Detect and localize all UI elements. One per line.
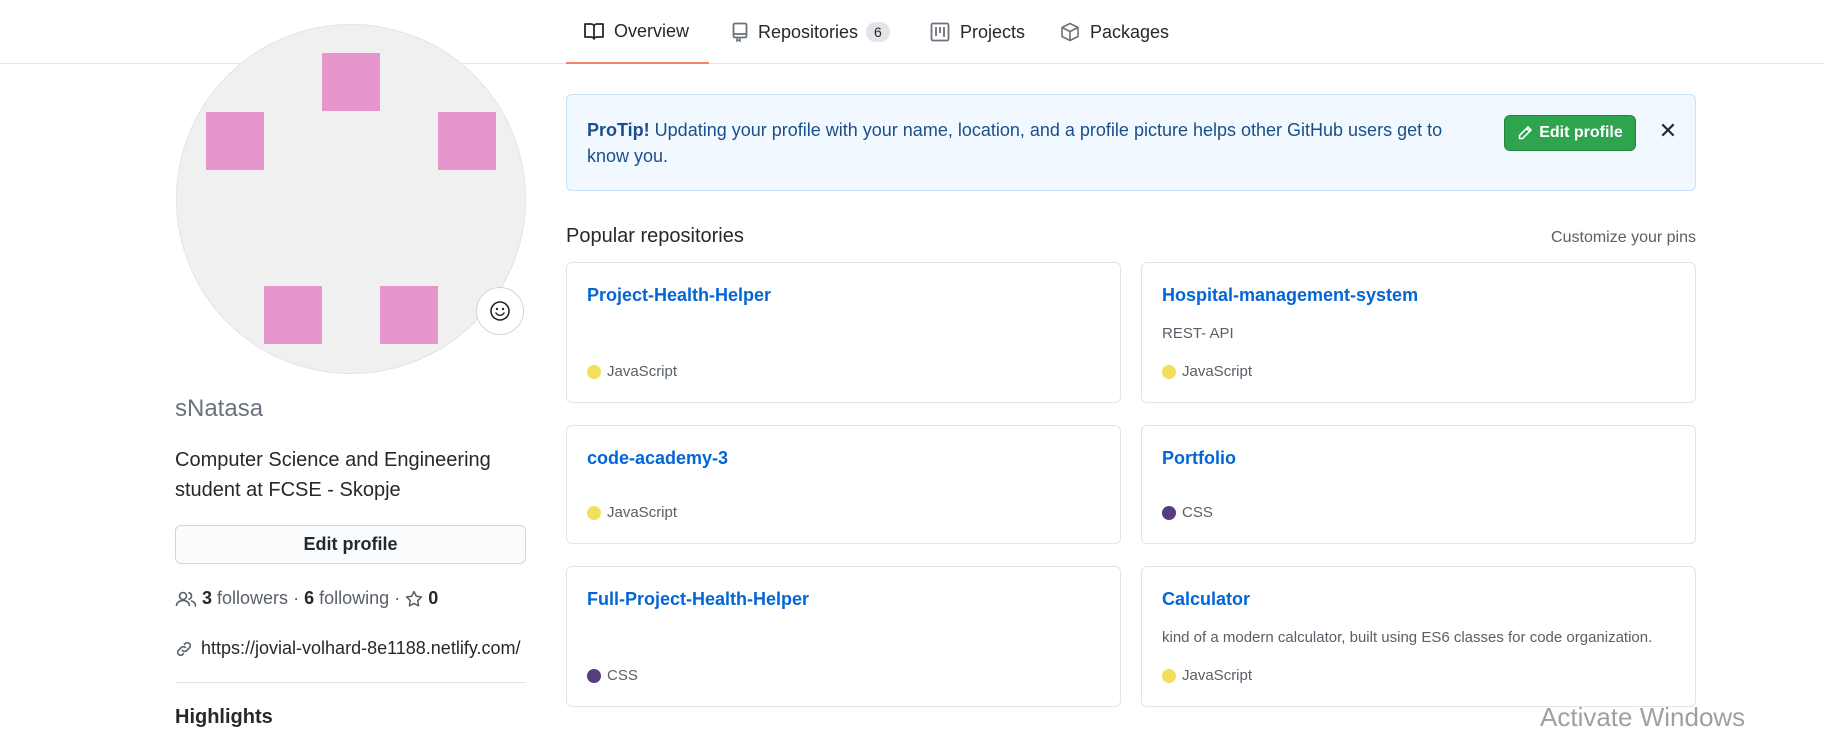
repo-language-label: CSS [607,667,638,684]
repo-description: kind of a modern calculator, built using… [1162,629,1653,646]
repo-card[interactable]: Portfolio CSS [1141,425,1696,544]
language-color-dot [1162,505,1176,520]
language-color-dot [587,364,601,379]
tab-repositories[interactable]: Repositories 6 [732,0,890,64]
repositories-count-badge: 6 [866,22,890,42]
repo-name-link[interactable]: Calculator [1162,589,1250,610]
repo-language: JavaScript [1162,363,1252,380]
identicon-block [438,112,496,170]
stars-count: 0 [428,588,439,608]
identicon-block [264,286,322,344]
website-link[interactable]: https://jovial-volhard-8e1188.netlify.co… [201,638,521,659]
tab-overview-label: Overview [614,20,690,41]
language-color-dot [587,505,601,520]
customize-pins-link[interactable]: Customize your pins [1551,229,1696,247]
identicon-block [380,286,438,344]
smiley-icon [490,301,510,321]
repo-name-link[interactable]: Project-Health-Helper [587,285,771,306]
followers-link[interactable]: 3 followers [175,588,288,609]
pencil-icon [1518,126,1533,140]
tab-packages[interactable]: Packages [1060,0,1169,64]
repo-description: REST- API [1162,325,1234,342]
sidebar-divider [175,682,526,683]
identicon-block [206,112,264,170]
profile-username: sNatasa [175,395,264,422]
edit-profile-button[interactable]: Edit profile [175,525,526,564]
repo-card[interactable]: Calculator kind of a modern calculator, … [1141,566,1696,707]
repo-language: JavaScript [1162,667,1252,684]
protip-edit-profile-button[interactable]: Edit profile [1504,115,1636,151]
repo-language-label: JavaScript [607,504,678,521]
repo-name-link[interactable]: Portfolio [1162,448,1236,469]
protip-text: Updating your profile with your name, lo… [587,120,1443,166]
repo-language: CSS [587,667,638,684]
repo-card[interactable]: Full-Project-Health-Helper CSS [566,566,1121,707]
repo-language-label: CSS [1182,504,1213,521]
repo-name-link[interactable]: code-academy-3 [587,448,728,469]
repo-name-link[interactable]: Hospital-management-system [1162,285,1418,306]
link-icon [176,641,192,656]
protip-button-label: Edit profile [1539,124,1623,141]
repo-language: JavaScript [587,363,677,380]
highlights-heading: Highlights [175,706,273,728]
follow-stats: 3 followers · 6 following · 0 [175,588,438,609]
repo-name-link[interactable]: Full-Project-Health-Helper [587,589,809,610]
separator: · [394,588,401,608]
repo-card[interactable]: Project-Health-Helper JavaScript [566,262,1121,403]
repo-language: CSS [1162,504,1213,521]
following-count: 6 [304,588,315,608]
protip-title: ProTip! [587,120,650,140]
language-color-dot [1162,668,1176,683]
protip-banner: ProTip! Updating your profile with your … [566,94,1696,191]
following-link[interactable]: 6 following [304,588,389,609]
avatar[interactable] [176,24,526,374]
repo-language-label: JavaScript [1182,363,1253,380]
close-icon[interactable]: ✕ [1654,117,1682,145]
following-label: following [319,588,390,608]
profile-bio: Computer Science and Engineering student… [175,449,491,501]
repo-card[interactable]: code-academy-3 JavaScript [566,425,1121,544]
package-icon [1061,22,1079,42]
people-icon [175,591,197,607]
stars-link[interactable]: 0 [405,588,438,609]
tab-packages-label: Packages [1090,21,1170,42]
repo-language: JavaScript [587,504,677,521]
repo-card[interactable]: Hospital-management-system REST- API Jav… [1141,262,1696,403]
tab-repositories-label: Repositories [758,21,859,42]
website-row: https://jovial-volhard-8e1188.netlify.co… [175,638,521,659]
repo-language-label: JavaScript [607,363,678,380]
set-status-button[interactable] [476,287,524,335]
separator: · [293,588,300,608]
identicon-block [322,53,380,111]
popular-repositories-heading: Popular repositories [566,225,744,247]
followers-label: followers [217,588,289,608]
protip-message: ProTip! Updating your profile with your … [587,117,1487,169]
book-icon [584,23,604,40]
language-color-dot [587,668,601,683]
activate-windows-watermark: Activate Windows [1540,702,1746,730]
tab-projects[interactable]: Projects [930,0,1025,64]
star-icon [405,590,423,607]
language-color-dot [1162,364,1176,379]
tab-projects-label: Projects [960,21,1026,42]
project-icon [930,22,950,42]
tab-overview[interactable]: Overview [566,0,710,64]
repo-icon [732,22,748,42]
followers-count: 3 [202,588,213,608]
repo-language-label: JavaScript [1182,667,1253,684]
